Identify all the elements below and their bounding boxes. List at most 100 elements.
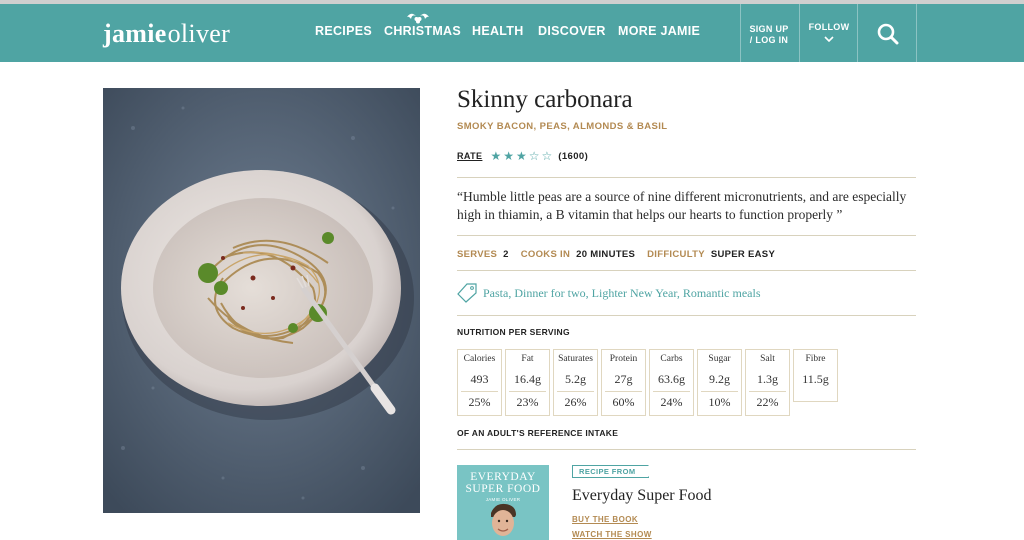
jamie-oliver-logo[interactable]: jamieoliver [103,19,230,49]
rating-stars[interactable]: ★ ★ ★ ☆ ☆ [490,150,552,162]
nutrition-item-fat: Fat 16.4g 23% [505,349,550,416]
nutrient-value: 11.5g [802,372,829,386]
divider [457,315,916,316]
star-empty-icon[interactable]: ☆ [542,150,553,162]
serves-value: 2 [503,248,509,260]
carbonara-image [103,88,420,513]
nutrition-item-carbs: Carbs 63.6g 24% [649,349,694,416]
recipe-subtitle: SMOKY BACON, PEAS, ALMONDS & BASIL [457,121,668,132]
nutrient-name: Saturates [558,354,593,364]
difficulty-value: SUPER EASY [710,248,776,260]
nav-discover[interactable]: DISCOVER [538,24,606,38]
search-icon [877,23,899,45]
star-filled-icon[interactable]: ★ [503,150,514,162]
nutrition-item-calories: Calories 493 25% [457,349,502,416]
nutrition-title: NUTRITION PER SERVING [457,327,570,337]
nutrient-divider [653,391,690,392]
nutrient-value: 1.3g [757,372,778,386]
rating-count: (1600) [558,150,589,162]
nutrition-item-salt: Salt 1.3g 22% [745,349,790,416]
nutrient-name: Fibre [805,354,826,364]
book-cover-line2: SUPER FOOD [465,483,541,495]
logo-part-oliver: oliver [167,19,231,48]
book-title: Everyday Super Food [572,487,712,504]
nutrient-percent: 60% [612,395,635,409]
nutrient-divider [701,391,738,392]
header-divider [740,4,741,62]
difficulty-label: DIFFICULTY [647,248,705,260]
nutrient-percent: 25% [468,395,491,409]
cooks-in-label: COOKS IN [520,248,571,260]
nutrient-name: Salt [760,354,775,364]
nutrient-name: Fat [521,354,534,364]
logo-part-jamie: jamie [103,19,167,48]
nutrient-name: Carbs [660,354,683,364]
chevron-down-icon [824,36,834,42]
nutrient-percent: 26% [564,395,587,409]
divider [457,449,916,450]
nutrient-percent: 22% [756,395,779,409]
nav-recipes[interactable]: RECIPES [315,24,372,38]
star-filled-icon[interactable]: ★ [516,150,527,162]
nutrition-item-protein: Protein 27g 60% [601,349,646,416]
tag-link[interactable]: Lighter New Year [592,286,677,300]
nutrient-value: 63.6g [658,372,685,386]
nutrition-footnote: OF AN ADULT'S REFERENCE INTAKE [457,428,619,438]
nutrient-divider [557,391,594,392]
book-cover-author: JAMIE OLIVER [485,497,521,502]
nav-more-jamie[interactable]: MORE JAMIE [618,24,700,38]
divider [457,235,916,236]
buy-the-book-link[interactable]: BUY THE BOOK [572,515,638,524]
nutrition-item-saturates: Saturates 5.2g 26% [553,349,598,416]
divider [457,177,916,178]
nutrient-value: 5.2g [565,372,586,386]
recipe-photo [103,88,420,513]
nutrient-name: Sugar [708,354,731,364]
recipe-title: Skinny carbonara [457,86,633,113]
nutrient-name: Protein [609,354,638,364]
book-cover[interactable]: EVERYDAY SUPER FOOD JAMIE OLIVER [457,465,549,540]
nutrient-value: 16.4g [514,372,541,386]
rate-link[interactable]: RATE [457,151,482,161]
tag-icon [457,283,477,303]
nutrient-value: 9.2g [709,372,730,386]
recipe-quote: “Humble little peas are a source of nine… [457,189,907,222]
nutrition-item-sugar: Sugar 9.2g 10% [697,349,742,416]
watch-the-show-link[interactable]: WATCH THE SHOW [572,530,652,539]
book-cover-title: EVERYDAY SUPER FOOD [457,471,549,495]
tag-link[interactable]: Pasta [483,286,508,300]
tag-link[interactable]: Dinner for two [514,286,585,300]
search-button[interactable] [858,4,916,62]
nutrient-percent: 10% [708,395,731,409]
header-divider [916,4,917,62]
star-filled-icon[interactable]: ★ [490,150,501,162]
author-portrait [491,503,516,536]
nutrient-percent: 23% [516,395,539,409]
signup-label: SIGN UP [749,24,789,34]
signup-login-link[interactable]: SIGN UP / LOG IN [745,24,793,46]
cooks-in-value: 20 MINUTES [576,248,636,260]
serves-label: SERVES [457,248,498,260]
follow-label: FOLLOW [808,22,850,32]
recipe-tags: Pasta, Dinner for two, Lighter New Year,… [457,283,916,303]
nutrient-percent: 24% [660,395,683,409]
follow-button[interactable]: FOLLOW [800,22,858,42]
star-empty-icon[interactable]: ☆ [529,150,540,162]
divider [457,270,916,271]
rating-row: RATE ★ ★ ★ ☆ ☆ (1600) [457,148,916,164]
recipe-meta: SERVES 2 COOKS IN 20 MINUTES DIFFICULTY … [457,248,916,260]
nutrient-divider [605,391,642,392]
recipe-from-badge: RECIPE FROM [572,465,649,478]
nutrient-value: 27g [614,372,633,386]
site-header: jamieoliver RECIPES CHRISTMAS HEALTH DIS… [0,4,1024,62]
nutrient-divider [749,391,786,392]
nav-christmas[interactable]: CHRISTMAS [384,24,461,38]
tag-list: Pasta, Dinner for two, Lighter New Year,… [483,285,761,300]
nutrient-divider [461,391,498,392]
nav-health[interactable]: HEALTH [472,24,524,38]
login-label: / LOG IN [749,35,789,45]
nutrient-name: Calories [463,354,496,364]
nutrient-divider [509,391,546,392]
holly-icon [407,13,429,24]
tag-link[interactable]: Romantic meals [683,286,761,300]
